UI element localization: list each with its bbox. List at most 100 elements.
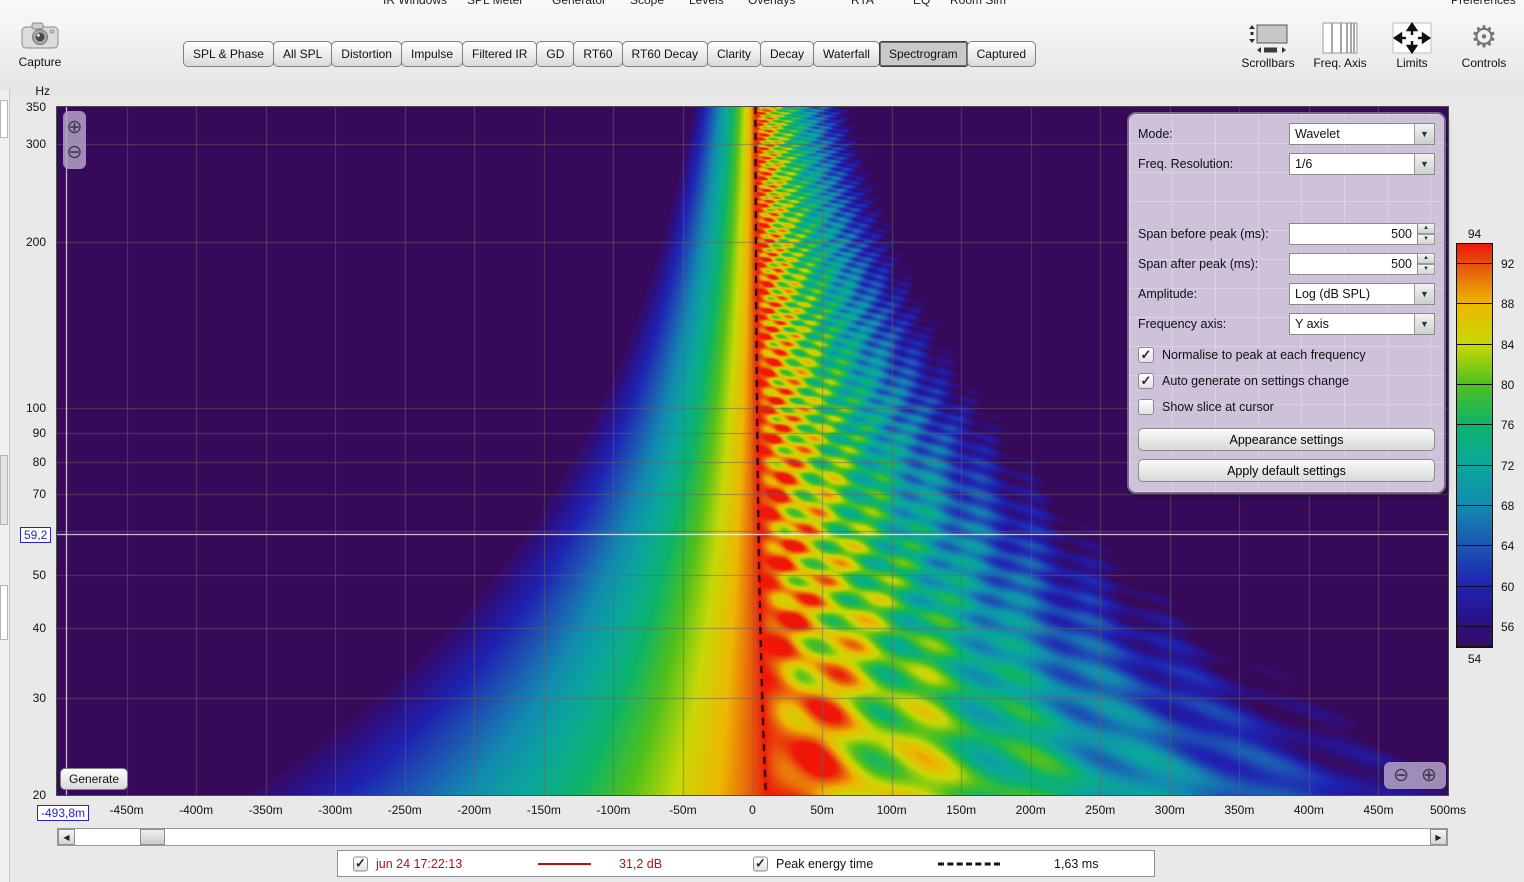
chevron-down-icon[interactable]: ▼ (1414, 124, 1434, 144)
normalise-checkbox[interactable]: ✓ (1138, 347, 1154, 363)
scrollbars-button[interactable]: Scrollbars (1232, 20, 1304, 70)
span-after-spinner[interactable]: 500 ▲▼ (1289, 253, 1435, 275)
span-before-value[interactable]: 500 (1289, 223, 1418, 245)
zoom-in-icon[interactable]: ⊕ (67, 118, 83, 137)
amplitude-select[interactable]: Log (dB SPL) ▼ (1289, 283, 1435, 305)
normalise-checkbox-row[interactable]: ✓ Normalise to peak at each frequency (1138, 342, 1435, 368)
tab-waterfall[interactable]: Waterfall (813, 41, 880, 67)
colorbar-band-88-84 (1457, 304, 1492, 344)
tab-rt60-decay[interactable]: RT60 Decay (622, 41, 708, 67)
x-axis-ticks: -450m-400m-350m-300m-250m-200m-150m-100m… (57, 803, 1448, 819)
menu-item-ir-windows[interactable]: IR Windows (383, 0, 447, 8)
menu-item-generator[interactable]: Generator (552, 0, 606, 8)
y-tick-50: 50 (33, 568, 46, 582)
mode-row: Mode: Wavelet ▼ (1138, 122, 1435, 146)
zoom-out-icon[interactable]: ⊖ (1393, 766, 1409, 785)
scroll-left-icon[interactable]: ◀ (58, 829, 75, 845)
tab-distortion[interactable]: Distortion (331, 41, 402, 67)
limits-label: Limits (1396, 56, 1427, 70)
frequency-axis-label: Frequency axis: (1138, 317, 1226, 331)
tab-spl-phase[interactable]: SPL & Phase (183, 41, 274, 67)
menu-item-levels[interactable]: Levels (689, 0, 724, 8)
x-tick-50m: 50m (810, 803, 833, 817)
mode-value: Wavelet (1290, 124, 1414, 144)
menu-item-scope[interactable]: Scope (630, 0, 664, 8)
controls-button[interactable]: ⚙ Controls (1448, 20, 1520, 70)
auto-generate-checkbox[interactable]: ✓ (1138, 373, 1154, 389)
freq-resolution-label: Freq. Resolution: (1138, 157, 1233, 171)
menu-item-eq[interactable]: EQ (913, 0, 930, 8)
measurement-name: jun 24 17:22:13 (376, 857, 462, 871)
show-slice-label: Show slice at cursor (1162, 400, 1274, 414)
spinner-down-icon[interactable]: ▼ (1418, 264, 1435, 275)
colorbar-band-72-68 (1457, 466, 1492, 506)
mode-select[interactable]: Wavelet ▼ (1289, 123, 1435, 145)
scrollbar-thumb[interactable] (140, 829, 165, 845)
tab-clarity[interactable]: Clarity (707, 41, 761, 67)
tab-rt60[interactable]: RT60 (573, 41, 622, 67)
x-tick-500ms: 500ms (1430, 803, 1466, 817)
colorbar-tick-76: 76 (1501, 418, 1514, 432)
freq-axis-label: Freq. Axis (1313, 56, 1366, 70)
limits-icon (1392, 20, 1432, 56)
menu-item-preferences[interactable]: Preferences (1451, 0, 1516, 8)
menu-item-spl-meter[interactable]: SPL Meter (467, 0, 523, 8)
tab-decay[interactable]: Decay (760, 41, 814, 67)
generate-button[interactable]: Generate (60, 768, 128, 790)
x-tick-250m: 250m (1085, 803, 1115, 817)
menu-item-overlays[interactable]: Overlays (748, 0, 795, 8)
span-before-spinner[interactable]: 500 ▲▼ (1289, 223, 1435, 245)
menu-item-room-sim[interactable]: Room Sim (950, 0, 1006, 8)
peak-energy-checkbox[interactable]: ✓ (753, 856, 768, 871)
span-after-value[interactable]: 500 (1289, 253, 1418, 275)
scrollbars-icon (1245, 20, 1291, 56)
tab-filtered-ir[interactable]: Filtered IR (462, 41, 537, 67)
chevron-down-icon[interactable]: ▼ (1414, 314, 1434, 334)
frequency-axis-select[interactable]: Y axis ▼ (1289, 313, 1435, 335)
spinner-down-icon[interactable]: ▼ (1418, 234, 1435, 245)
colorbar-min-label: 54 (1456, 652, 1493, 666)
span-before-label: Span before peak (ms): (1138, 227, 1269, 241)
capture-button[interactable]: Capture (8, 20, 72, 69)
span-after-label: Span after peak (ms): (1138, 257, 1258, 271)
spectrogram-settings-panel: Mode: Wavelet ▼ Freq. Resolution: 1/6 ▼ … (1127, 112, 1446, 494)
right-toolbar: Scrollbars Freq. Axis (1232, 20, 1520, 70)
x-tick-350m: 350m (1224, 803, 1254, 817)
zoom-out-icon[interactable]: ⊖ (67, 143, 83, 162)
colorbar-band-92-88 (1457, 264, 1492, 304)
tab-spectrogram[interactable]: Spectrogram (879, 41, 968, 67)
spinner-up-icon[interactable]: ▲ (1418, 253, 1435, 264)
show-slice-checkbox[interactable]: ✓ (1138, 399, 1154, 415)
x-zoom-controls: ⊖ ⊕ (1384, 762, 1446, 789)
zoom-in-icon[interactable]: ⊕ (1421, 766, 1437, 785)
appearance-settings-button[interactable]: Appearance settings (1138, 428, 1435, 451)
time-scrollbar[interactable]: ◀ ▶ (57, 828, 1448, 846)
chevron-down-icon[interactable]: ▼ (1414, 154, 1434, 174)
x-tick--250m: -250m (388, 803, 422, 817)
y-tick-80: 80 (33, 455, 46, 469)
freq-resolution-select[interactable]: 1/6 ▼ (1289, 153, 1435, 175)
y-tick-40: 40 (33, 621, 46, 635)
measurement-value: 31,2 dB (619, 857, 662, 871)
x-tick-450m: 450m (1363, 803, 1393, 817)
show-slice-checkbox-row[interactable]: ✓ Show slice at cursor (1138, 394, 1435, 420)
x-tick-300m: 300m (1155, 803, 1185, 817)
tab-impulse[interactable]: Impulse (401, 41, 463, 67)
tab-all-spl[interactable]: All SPL (273, 41, 332, 67)
tab-gd[interactable]: GD (536, 41, 574, 67)
apply-default-settings-button[interactable]: Apply default settings (1138, 459, 1435, 482)
mode-label: Mode: (1138, 127, 1173, 141)
tab-captured[interactable]: Captured (967, 41, 1036, 67)
freq-axis-icon (1322, 20, 1358, 56)
spinner-up-icon[interactable]: ▲ (1418, 223, 1435, 234)
chevron-down-icon[interactable]: ▼ (1414, 284, 1434, 304)
scroll-right-icon[interactable]: ▶ (1430, 829, 1447, 845)
menu-item-rta[interactable]: RTA (851, 0, 874, 8)
measurement-checkbox[interactable]: ✓ (353, 856, 368, 871)
y-tick-350: 350 (26, 100, 46, 114)
freq-axis-button[interactable]: Freq. Axis (1304, 20, 1376, 70)
colorbar-band-60-56 (1457, 587, 1492, 627)
auto-generate-checkbox-row[interactable]: ✓ Auto generate on settings change (1138, 368, 1435, 394)
colorbar-band-68-64 (1457, 506, 1492, 546)
limits-button[interactable]: Limits (1376, 20, 1448, 70)
